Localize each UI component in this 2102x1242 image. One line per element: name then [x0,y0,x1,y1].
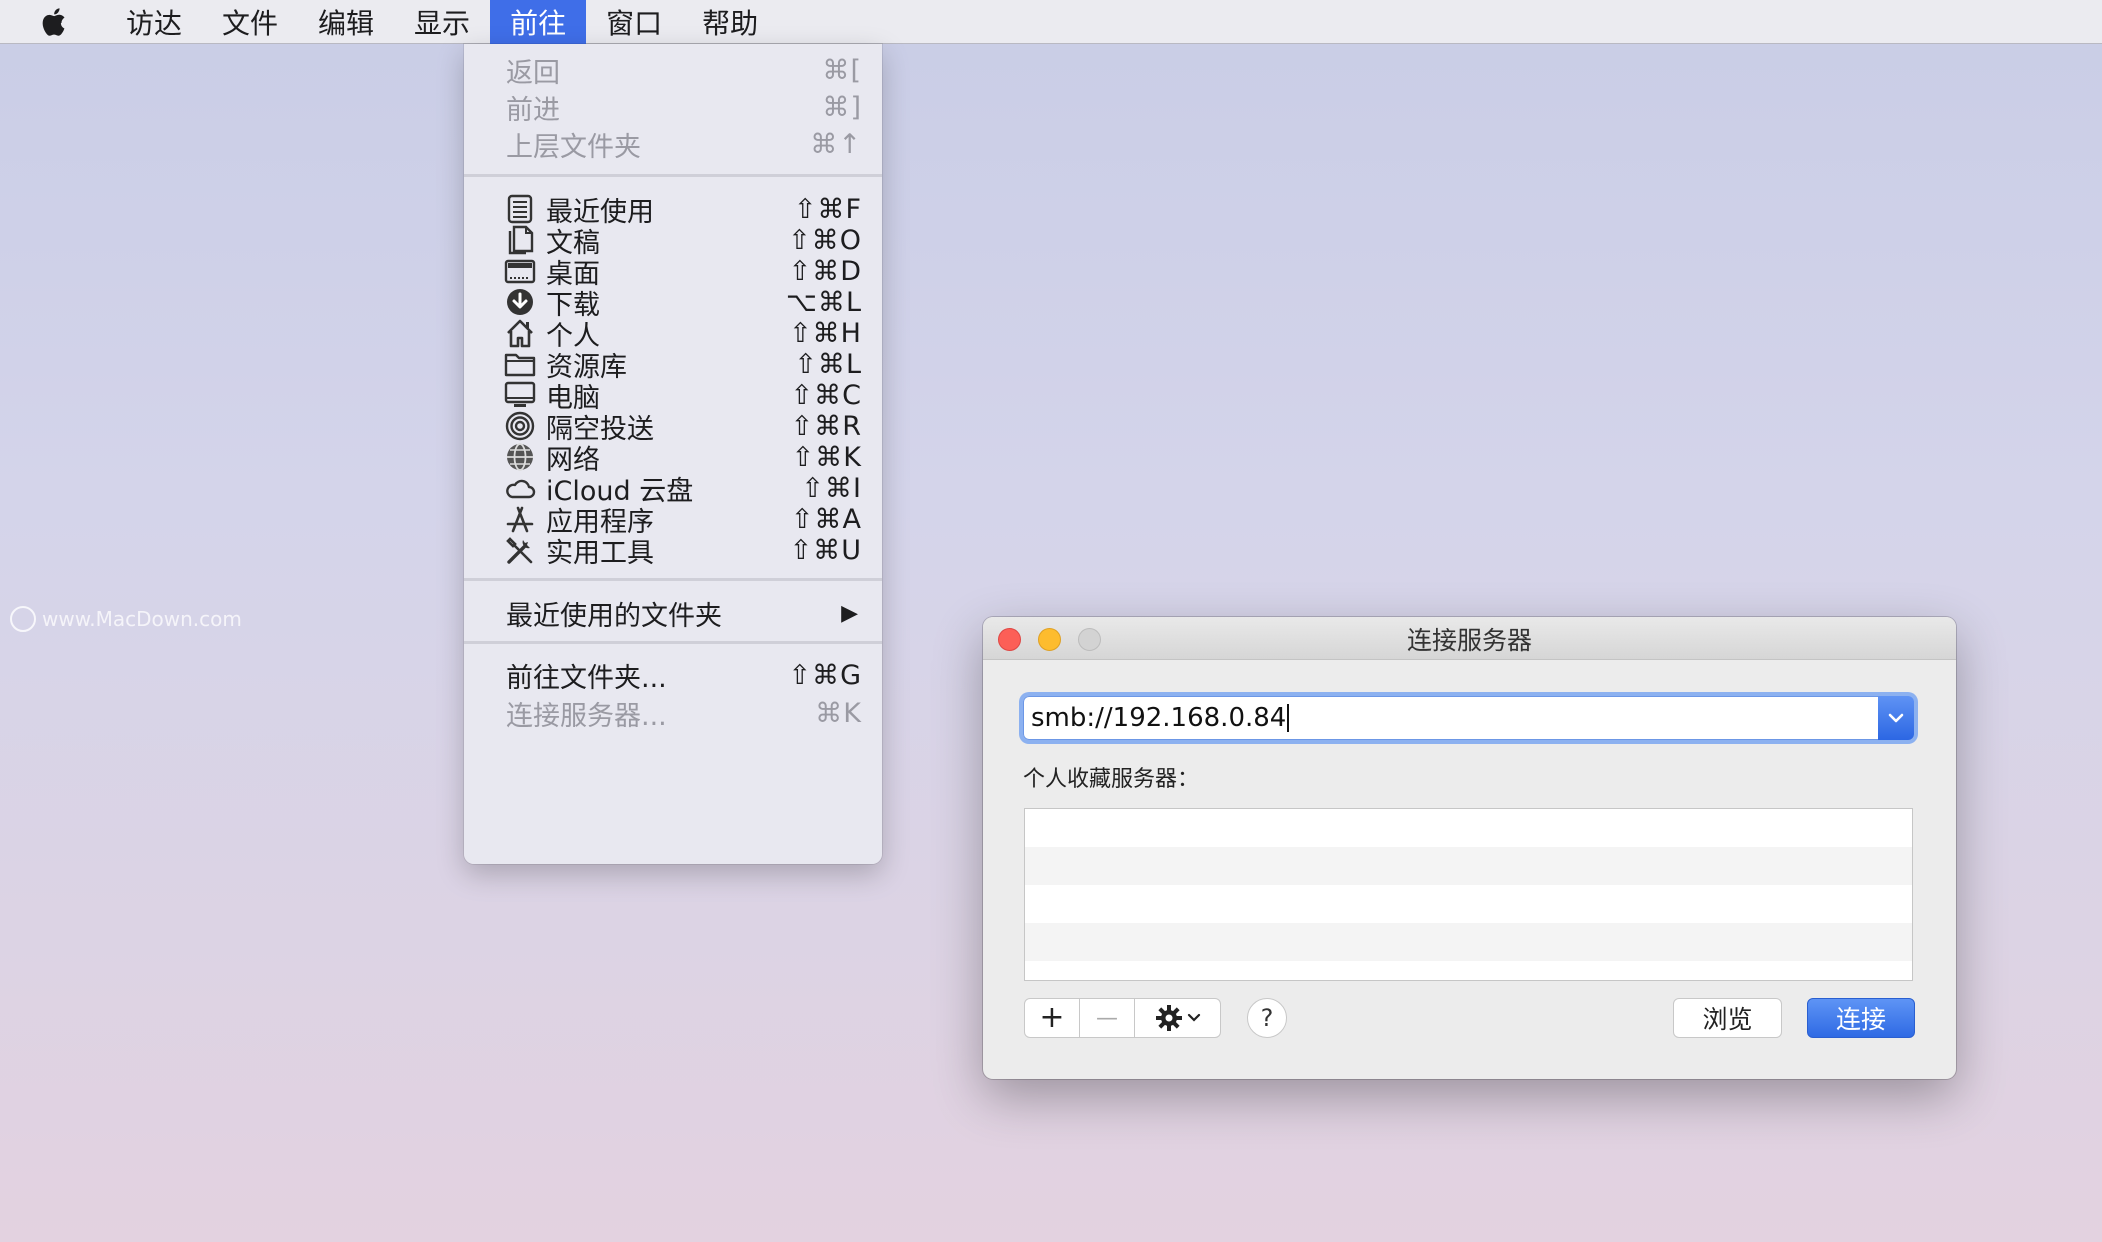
chevron-down-icon [1187,1013,1200,1022]
apple-menu-icon[interactable] [0,0,106,44]
menu-item-label: 连接服务器... [506,700,667,732]
utilities-icon [504,535,536,565]
server-address-value: smb://192.168.0.84 [1031,703,1287,733]
dialog-title: 连接服务器 [1406,625,1532,655]
list-row [1025,809,1912,847]
menu-separator [464,641,882,644]
watermark: www.MacDown.com [10,606,242,632]
menu-item-utilities[interactable]: 实用工具 ⇧⌘U [464,530,882,570]
menu-finder[interactable]: 访达 [106,0,202,44]
menu-item-shortcut: ⌘K [815,697,862,729]
menu-item-label: 上层文件夹 [506,131,641,163]
menu-file[interactable]: 文件 [202,0,298,44]
menu-item-label: 实用工具 [546,537,654,569]
menu-item-shortcut: ⇧⌘U [789,534,862,566]
menu-window[interactable]: 窗口 [586,0,682,44]
menu-item-shortcut: ⌘] [822,91,862,123]
watermark-logo-icon [10,606,36,632]
recent-servers-dropdown-button[interactable] [1878,696,1914,740]
menu-help[interactable]: 帮助 [682,0,778,44]
help-button[interactable]: ? [1247,998,1287,1038]
menu-go[interactable]: 前往 [490,0,587,44]
list-row [1025,961,1912,980]
plus-icon: + [1039,1000,1065,1035]
menu-view[interactable]: 显示 [394,0,490,44]
server-address-field[interactable]: smb://192.168.0.84 [1023,696,1914,740]
connect-server-dialog: 连接服务器 smb://192.168.0.84 个人收藏服务器： + — ? … [983,617,1956,1079]
menu-item-shortcut: ⌘[ [822,54,862,86]
favorites-label: 个人收藏服务器： [1023,767,1200,792]
gear-icon [1155,1005,1182,1031]
menu-separator [464,578,882,581]
menu-item-label: 前进 [506,94,560,126]
action-menu-button[interactable] [1135,999,1220,1037]
menu-item-enclosing-folder: 上层文件夹 ⌘↑ [464,124,882,164]
menu-bar: 访达 文件 编辑 显示 前往 窗口 帮助 [0,0,2102,44]
menu-item-go-to-folder[interactable]: 前往文件夹... ⇧⌘G [464,655,882,695]
connect-button[interactable]: 连接 [1807,998,1915,1038]
chevron-down-icon [1888,713,1904,723]
browse-button[interactable]: 浏览 [1673,998,1782,1038]
dialog-titlebar: 连接服务器 [983,617,1956,660]
remove-favorite-button: — [1080,999,1135,1037]
watermark-text: www.MacDown.com [42,607,242,631]
menu-item-shortcut: ⇧⌘G [788,659,862,691]
list-row [1025,847,1912,885]
add-favorite-button[interactable]: + [1025,999,1080,1037]
question-mark-icon: ? [1260,1004,1274,1032]
menu-item-shortcut: ⌘↑ [810,128,862,160]
menu-item-recent-folders[interactable]: 最近使用的文件夹 ▶ [464,593,882,633]
menu-item-forward: 前进 ⌘] [464,87,882,127]
submenu-arrow-icon: ▶ [841,600,858,626]
text-cursor [1287,704,1290,732]
minus-icon: — [1096,1005,1118,1031]
list-row [1025,923,1912,961]
menu-item-back: 返回 ⌘[ [464,50,882,90]
menu-item-label: 最近使用的文件夹 [506,600,722,632]
menu-edit[interactable]: 编辑 [298,0,394,44]
menu-item-connect-server: 连接服务器... ⌘K [464,693,882,733]
menu-separator [464,174,882,177]
menu-item-label: 返回 [506,57,560,89]
menu-item-label: 前往文件夹... [506,662,667,694]
favorite-servers-list[interactable] [1024,808,1913,981]
go-menu-dropdown: 返回 ⌘[ 前进 ⌘] 上层文件夹 ⌘↑ 最近使用 ⇧⌘F 文稿 ⇧⌘O 桌面 … [464,44,882,864]
favorites-toolbar: + — [1024,998,1221,1038]
list-row [1025,885,1912,923]
